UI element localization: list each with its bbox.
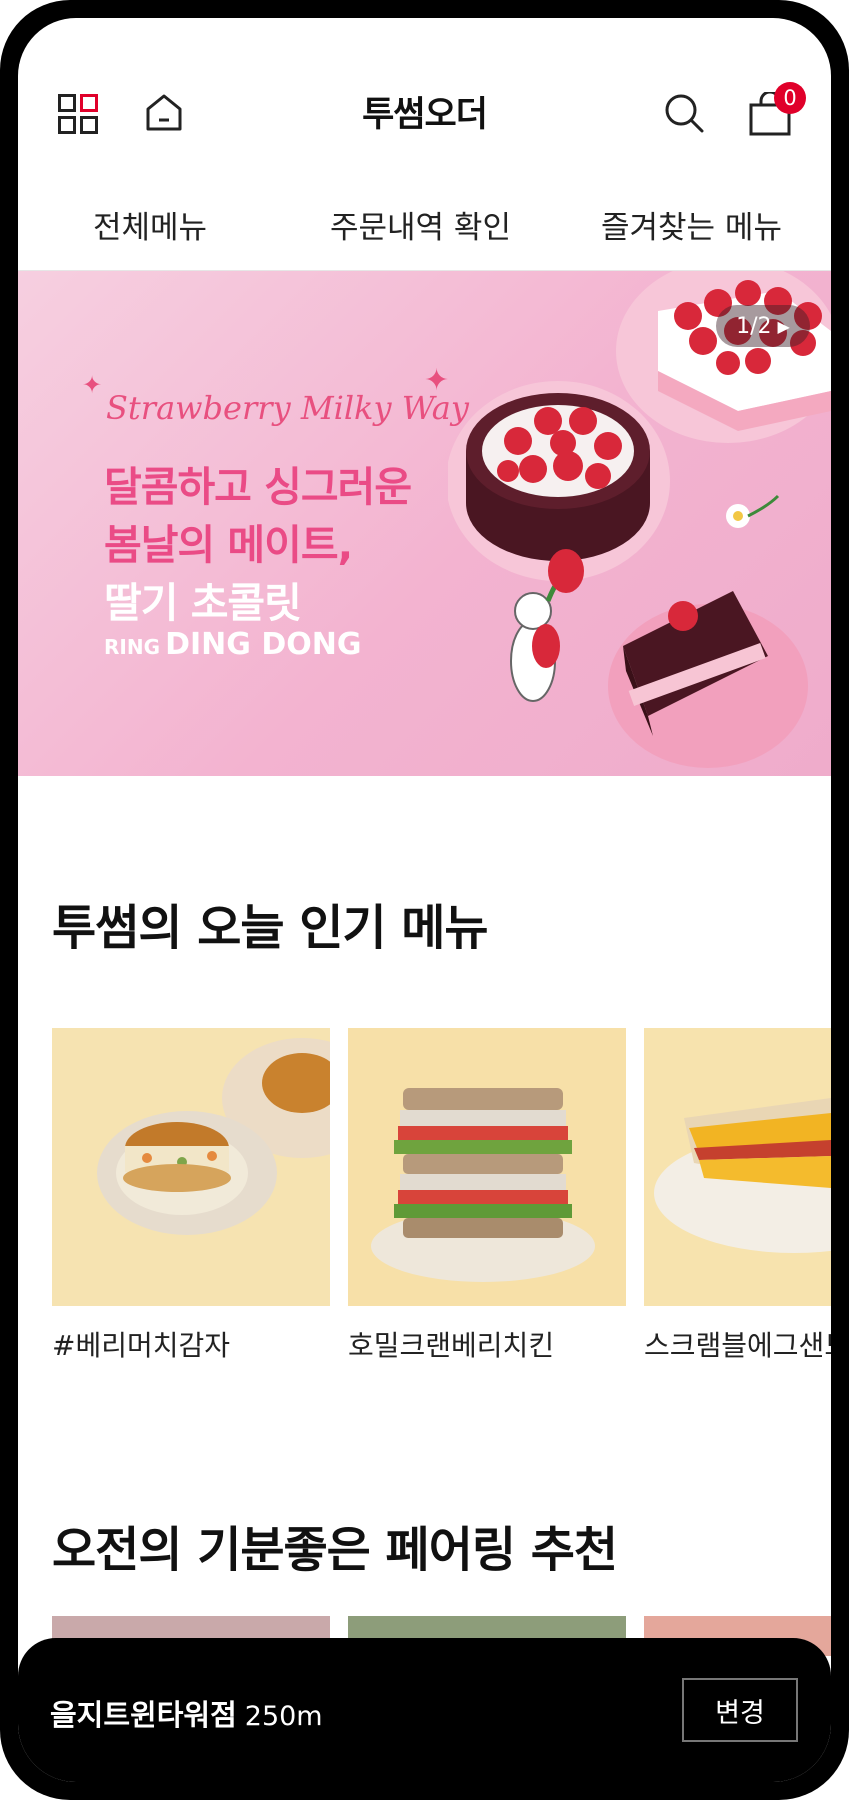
cart-count-badge: 0: [774, 82, 806, 114]
banner-pager[interactable]: 1/2 ▶: [716, 305, 810, 347]
play-icon[interactable]: ▶: [778, 317, 790, 336]
sparkle-icon: ✦: [82, 371, 103, 399]
tab-favorites[interactable]: 즐겨찾는 메뉴: [601, 202, 782, 247]
tagline-big: DING DONG: [165, 627, 362, 662]
menu-tabs: 전체메뉴 주문내역 확인 즐겨찾는 메뉴: [18, 178, 831, 272]
banner-headline-line3: 딸기 초콜릿: [104, 579, 302, 627]
app-title: 투썸오더: [362, 95, 488, 135]
popular-section-title: 투썸의 오늘 인기 메뉴: [52, 900, 489, 956]
tab-order-history[interactable]: 주문내역 확인: [330, 202, 511, 247]
bagel-sandwich-image: [52, 1028, 330, 1306]
banner-tagline: RING DING DONG: [104, 627, 361, 662]
tagline-small: RING: [104, 635, 160, 659]
product-card-image[interactable]: [348, 1028, 626, 1306]
product-card-image[interactable]: [644, 1028, 831, 1306]
egg-sandwich-image: [644, 1028, 831, 1306]
product-label[interactable]: #베리머치감자: [52, 1324, 230, 1364]
store-info: 을지트윈타워점 250m: [50, 1692, 323, 1734]
phone-frame: 투썸오더 0 전체메뉴 주문내역 확인 즐겨찾는 메뉴 ✦ ✦ Strawber…: [0, 0, 849, 1800]
banner-script-title: Strawberry Milky Way: [106, 389, 469, 427]
store-distance: 250m: [244, 1701, 323, 1732]
app-header: 투썸오더 0: [18, 18, 831, 173]
pairing-section-title: 오전의 기분좋은 페어링 추천: [52, 1522, 618, 1578]
product-card-image[interactable]: [52, 1028, 330, 1306]
store-bar: 을지트윈타워점 250m 변경: [18, 1638, 831, 1782]
product-label[interactable]: 스크램블에그샌드: [644, 1324, 831, 1364]
rye-sandwich-image: [348, 1028, 626, 1306]
app-screen: 투썸오더 0 전체메뉴 주문내역 확인 즐겨찾는 메뉴 ✦ ✦ Strawber…: [18, 18, 831, 1782]
pager-text: 1/2: [736, 313, 772, 339]
store-name: 을지트윈타워점: [50, 1698, 237, 1732]
product-label[interactable]: 호밀크랜베리치킨: [348, 1324, 554, 1364]
banner-headline-line1: 달콤하고 싱그러운: [104, 463, 412, 511]
search-icon[interactable]: [663, 92, 705, 134]
promo-banner[interactable]: ✦ ✦ Strawberry Milky Way 달콤하고 싱그러운 봄날의 메…: [18, 271, 831, 776]
tab-all-menu[interactable]: 전체메뉴: [93, 202, 207, 247]
change-store-button[interactable]: 변경: [682, 1678, 798, 1742]
banner-headline-line2: 봄날의 메이트,: [104, 521, 353, 569]
